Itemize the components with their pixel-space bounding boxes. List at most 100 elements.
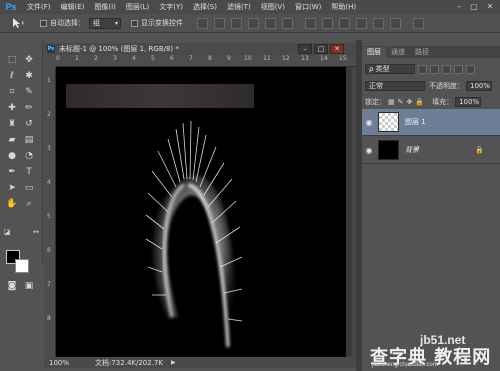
document-tab[interactable]: Ps 未标题-1 @ 100% (图层 1, RGB/8) * – □ ✕ <box>44 43 356 55</box>
filter-kind-dropdown[interactable]: ρ 类型 <box>365 64 415 74</box>
doc-close-button[interactable]: ✕ <box>330 44 344 54</box>
ruler-tick-label: 3 <box>47 145 51 152</box>
align-left-icon[interactable] <box>248 17 259 29</box>
marquee-tool-icon[interactable]: ⬚ <box>6 54 18 66</box>
magic-wand-tool-icon[interactable]: ✱ <box>23 70 35 82</box>
ruler-tick-label: 2 <box>94 55 98 62</box>
screen-mode-icon[interactable]: ▣ <box>23 280 35 292</box>
distribute-right-icon[interactable] <box>390 17 401 29</box>
ruler-tick-label: 7 <box>189 55 193 62</box>
close-button[interactable]: ✕ <box>485 2 495 11</box>
eyedropper-tool-icon[interactable]: ✎ <box>23 86 35 98</box>
distribute-top-icon[interactable] <box>305 17 316 29</box>
status-menu-arrow-icon[interactable]: ▶ <box>171 359 176 366</box>
vertical-scrollbar[interactable] <box>346 67 352 357</box>
swap-colors-icon[interactable]: ↔ <box>30 226 42 238</box>
hand-tool-icon[interactable]: ✋ <box>6 198 18 210</box>
layer-row-layer1[interactable]: ◉ 图层 1 <box>362 109 500 136</box>
zoom-tool-icon[interactable]: ⌕ <box>23 198 35 210</box>
menu-filter[interactable]: 滤镜(T) <box>222 2 256 12</box>
align-top-icon[interactable] <box>197 17 208 29</box>
lock-position-icon[interactable]: ✥ <box>407 98 413 106</box>
tab-channels[interactable]: 通道 <box>386 47 410 58</box>
healing-brush-tool-icon[interactable]: ✚ <box>6 102 18 114</box>
auto-align-icon[interactable] <box>413 17 424 29</box>
auto-select-checkbox[interactable] <box>40 19 47 27</box>
lock-transparent-icon[interactable]: ▦ <box>388 98 395 106</box>
distribute-vcenter-icon[interactable] <box>322 17 333 29</box>
fill-label: 填充： <box>432 98 454 106</box>
ruler-tick-label: 13 <box>301 55 309 62</box>
menu-view[interactable]: 视图(V) <box>256 2 290 12</box>
move-tool-icon[interactable] <box>6 17 30 30</box>
layer-name[interactable]: 图层 1 <box>405 117 426 127</box>
background-color-swatch[interactable] <box>15 259 29 273</box>
filter-shape-icon[interactable] <box>454 64 463 74</box>
filter-smart-object-icon[interactable] <box>466 64 475 74</box>
filter-type-icon[interactable] <box>442 64 451 74</box>
blur-tool-icon[interactable]: ● <box>6 150 18 162</box>
ruler-tick-label: 1 <box>47 77 51 84</box>
zoom-level[interactable]: 100% <box>49 359 77 367</box>
auto-select-dropdown[interactable]: 组 <box>89 17 121 29</box>
tab-paths[interactable]: 路径 <box>410 47 434 58</box>
brush-tool-icon[interactable]: ✏ <box>23 102 35 114</box>
eraser-tool-icon[interactable]: ▰ <box>6 134 18 146</box>
lock-all-icon[interactable]: 🔒 <box>415 98 424 106</box>
menu-select[interactable]: 选择(S) <box>188 2 222 12</box>
menu-window[interactable]: 窗口(W) <box>290 2 326 12</box>
menu-layer[interactable]: 图层(L) <box>121 2 154 12</box>
pen-tool-icon[interactable]: ✒ <box>6 166 18 178</box>
minimize-button[interactable]: – <box>454 2 464 11</box>
filter-adjustment-icon[interactable] <box>430 64 439 74</box>
horizontal-ruler[interactable]: 0 1 2 3 4 5 6 7 8 9 10 11 12 13 14 15 <box>56 55 356 67</box>
document-size: 文档:732.4K/202.7K <box>95 358 163 367</box>
distribute-bottom-icon[interactable] <box>339 17 350 29</box>
move-tool-icon[interactable]: ✥ <box>23 54 35 66</box>
vertical-ruler[interactable]: 1 2 3 4 5 6 7 8 <box>44 67 56 357</box>
distribute-left-icon[interactable] <box>356 17 367 29</box>
history-brush-tool-icon[interactable]: ↺ <box>23 118 35 130</box>
options-bar: 自动选择： 组 显示变换控件 <box>0 14 500 33</box>
type-tool-icon[interactable]: T <box>23 166 35 178</box>
filter-pixel-icon[interactable] <box>418 64 427 74</box>
watermark-url: jiaocheng.chazidian.com <box>372 362 438 368</box>
blend-mode-dropdown[interactable]: 正常 <box>365 81 425 91</box>
align-right-icon[interactable] <box>282 17 293 29</box>
gradient-tool-icon[interactable]: ▤ <box>23 134 35 146</box>
align-vcenter-icon[interactable] <box>214 17 225 29</box>
tab-layers[interactable]: 图层 <box>362 47 386 58</box>
lock-image-icon[interactable]: ✎ <box>398 98 404 106</box>
menu-image[interactable]: 图像(I) <box>89 2 121 12</box>
dodge-tool-icon[interactable]: ◔ <box>23 150 35 162</box>
menu-edit[interactable]: 编辑(E) <box>56 2 90 12</box>
layer-row-background[interactable]: ◉ 背景 🔒 <box>362 137 500 164</box>
opacity-input[interactable]: 100% <box>466 81 492 91</box>
menu-help[interactable]: 帮助(H) <box>326 2 361 12</box>
show-transform-checkbox[interactable] <box>131 19 138 27</box>
visibility-eye-icon[interactable]: ◉ <box>362 146 376 155</box>
menu-file[interactable]: 文件(F) <box>22 2 56 12</box>
crop-tool-icon[interactable]: ⌗ <box>6 86 18 98</box>
menu-type[interactable]: 文字(Y) <box>154 2 188 12</box>
fill-input[interactable]: 100% <box>455 97 482 107</box>
layer-name[interactable]: 背景 <box>405 145 419 155</box>
ruler-origin[interactable] <box>44 55 56 67</box>
doc-minimize-button[interactable]: – <box>298 44 312 54</box>
canvas[interactable] <box>56 67 352 357</box>
visibility-eye-icon[interactable]: ◉ <box>362 118 376 127</box>
lasso-tool-icon[interactable]: ℓ <box>6 70 18 82</box>
clone-stamp-tool-icon[interactable]: ♜ <box>6 118 18 130</box>
rectangle-tool-icon[interactable]: ▭ <box>23 182 35 194</box>
default-colors-icon[interactable]: ◪ <box>1 226 13 238</box>
ruler-tick-label: 15 <box>339 55 347 62</box>
align-bottom-icon[interactable] <box>231 17 242 29</box>
quick-mask-icon[interactable]: ◙ <box>6 280 18 292</box>
path-selection-tool-icon[interactable]: ➤ <box>6 182 18 194</box>
ruler-tick-label: 8 <box>208 55 212 62</box>
maximize-button[interactable]: □ <box>469 2 479 11</box>
tools-panel: ⬚ ✥ ℓ ✱ ⌗ ✎ ✚ ✏ ♜ ↺ ▰ ▤ ● ◔ ✒ T ➤ ▭ ✋ ⌕ … <box>0 40 43 291</box>
distribute-hcenter-icon[interactable] <box>373 17 384 29</box>
doc-maximize-button[interactable]: □ <box>314 44 328 54</box>
align-hcenter-icon[interactable] <box>265 17 276 29</box>
